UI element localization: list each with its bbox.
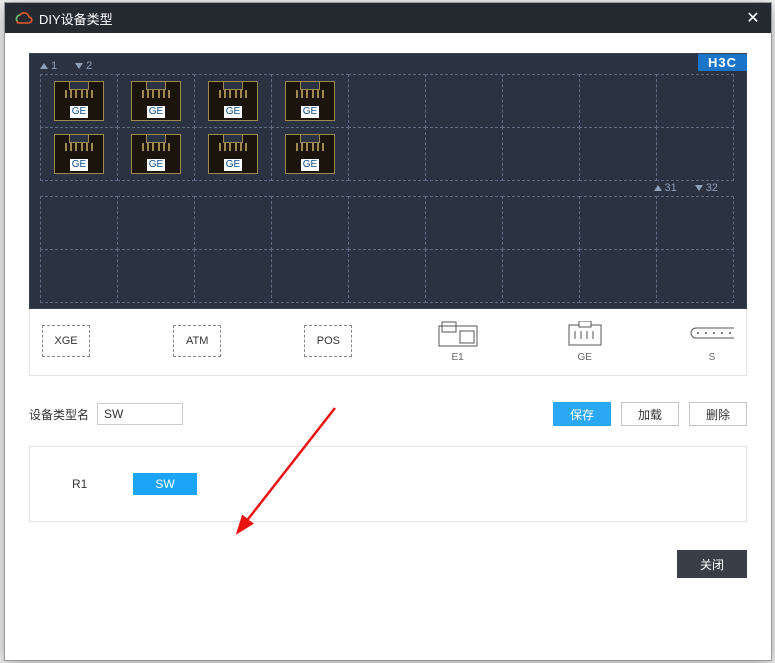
ge-port[interactable]: GE bbox=[208, 134, 258, 174]
slot[interactable] bbox=[348, 74, 426, 128]
slot[interactable]: GE bbox=[271, 127, 349, 181]
slot[interactable] bbox=[425, 249, 503, 303]
slot[interactable] bbox=[40, 196, 118, 250]
slot[interactable] bbox=[579, 74, 657, 128]
slot[interactable] bbox=[271, 196, 349, 250]
type-name-label: 设备类型名 bbox=[29, 406, 89, 423]
slot[interactable] bbox=[656, 196, 734, 250]
form-row: 设备类型名 保存 加载 删除 bbox=[29, 402, 747, 426]
slot[interactable] bbox=[117, 249, 195, 303]
slot[interactable] bbox=[656, 74, 734, 128]
load-button[interactable]: 加载 bbox=[621, 402, 679, 426]
triangle-up-icon bbox=[654, 185, 662, 191]
device-type-chip[interactable]: R1 bbox=[50, 473, 109, 495]
slot[interactable]: GE bbox=[117, 127, 195, 181]
port-palette: XGE ATM POS E1 GE S bbox=[29, 309, 747, 376]
e1-port-icon bbox=[438, 321, 478, 347]
port-label: GE bbox=[301, 106, 319, 118]
device-type-chip[interactable]: SW bbox=[133, 473, 196, 495]
device-panel: H3C 1 2 GE GE GE GE GE GE GE GE 31 32 bbox=[29, 53, 747, 309]
xge-port-icon: XGE bbox=[42, 325, 90, 357]
palette-item-atm[interactable]: ATM bbox=[173, 325, 221, 357]
triangle-up-icon bbox=[40, 63, 48, 69]
ge-port[interactable]: GE bbox=[131, 134, 181, 174]
slot[interactable] bbox=[425, 127, 503, 181]
bottom-bar: 关闭 bbox=[29, 550, 747, 578]
dialog-content: H3C 1 2 GE GE GE GE GE GE GE GE 31 32 XGE ATM POS… bbox=[5, 33, 771, 590]
slot-grid-bottom bbox=[40, 196, 740, 302]
ge-port[interactable]: GE bbox=[54, 134, 104, 174]
type-name-input[interactable] bbox=[97, 403, 183, 425]
delete-button[interactable]: 删除 bbox=[689, 402, 747, 426]
palette-item-xge[interactable]: XGE bbox=[42, 325, 90, 357]
triangle-down-icon bbox=[75, 63, 83, 69]
slot-index-top: 1 2 bbox=[40, 58, 736, 74]
port-label: GE bbox=[147, 106, 165, 118]
slot[interactable]: GE bbox=[194, 74, 272, 128]
slot[interactable] bbox=[579, 196, 657, 250]
port-label: GE bbox=[70, 106, 88, 118]
slot[interactable] bbox=[656, 127, 734, 181]
dialog: DIY设备类型 ✕ H3C 1 2 GE GE GE GE GE GE GE GE 31 32… bbox=[4, 2, 772, 661]
slot[interactable] bbox=[117, 196, 195, 250]
slot[interactable] bbox=[348, 127, 426, 181]
slot[interactable] bbox=[194, 196, 272, 250]
slot[interactable]: GE bbox=[40, 74, 118, 128]
port-label: GE bbox=[147, 159, 165, 171]
slot[interactable] bbox=[502, 249, 580, 303]
window-title: DIY设备类型 bbox=[39, 9, 743, 28]
slot[interactable] bbox=[579, 249, 657, 303]
slot[interactable] bbox=[348, 249, 426, 303]
slot[interactable] bbox=[194, 249, 272, 303]
device-type-list: R1 SW bbox=[29, 446, 747, 522]
palette-item-pos[interactable]: POS bbox=[304, 325, 352, 357]
palette-item-s[interactable]: S bbox=[690, 319, 734, 363]
port-label: GE bbox=[70, 159, 88, 171]
serial-port-icon bbox=[690, 327, 734, 341]
slot[interactable] bbox=[502, 74, 580, 128]
titlebar: DIY设备类型 ✕ bbox=[5, 3, 771, 33]
slot[interactable]: GE bbox=[40, 127, 118, 181]
ge-port[interactable]: GE bbox=[285, 134, 335, 174]
slot[interactable] bbox=[40, 249, 118, 303]
slot-index-bottom: 31 32 bbox=[40, 180, 736, 196]
palette-item-e1[interactable]: E1 bbox=[436, 319, 480, 363]
slot[interactable] bbox=[348, 196, 426, 250]
slot[interactable] bbox=[502, 127, 580, 181]
port-label: GE bbox=[301, 159, 319, 171]
close-button[interactable]: 关闭 bbox=[677, 550, 747, 578]
pos-port-icon: POS bbox=[304, 325, 352, 357]
slot[interactable] bbox=[656, 249, 734, 303]
slot[interactable]: GE bbox=[117, 74, 195, 128]
slot[interactable] bbox=[579, 127, 657, 181]
brand-badge: H3C bbox=[698, 54, 747, 71]
close-icon[interactable]: ✕ bbox=[743, 8, 763, 28]
ge-port[interactable]: GE bbox=[131, 81, 181, 121]
app-logo-icon bbox=[13, 11, 33, 25]
slot[interactable] bbox=[425, 74, 503, 128]
port-label: GE bbox=[224, 106, 242, 118]
slot-grid-top: GE GE GE GE GE GE GE GE bbox=[40, 74, 740, 180]
palette-item-ge[interactable]: GE bbox=[563, 319, 607, 363]
slot[interactable]: GE bbox=[194, 127, 272, 181]
port-label: GE bbox=[224, 159, 242, 171]
ge-port[interactable]: GE bbox=[208, 81, 258, 121]
atm-port-icon: ATM bbox=[173, 325, 221, 357]
slot[interactable] bbox=[502, 196, 580, 250]
save-button[interactable]: 保存 bbox=[553, 402, 611, 426]
slot[interactable] bbox=[271, 249, 349, 303]
ge-port-icon bbox=[565, 321, 605, 347]
triangle-down-icon bbox=[695, 185, 703, 191]
ge-port[interactable]: GE bbox=[54, 81, 104, 121]
ge-port[interactable]: GE bbox=[285, 81, 335, 121]
slot[interactable]: GE bbox=[271, 74, 349, 128]
slot[interactable] bbox=[425, 196, 503, 250]
